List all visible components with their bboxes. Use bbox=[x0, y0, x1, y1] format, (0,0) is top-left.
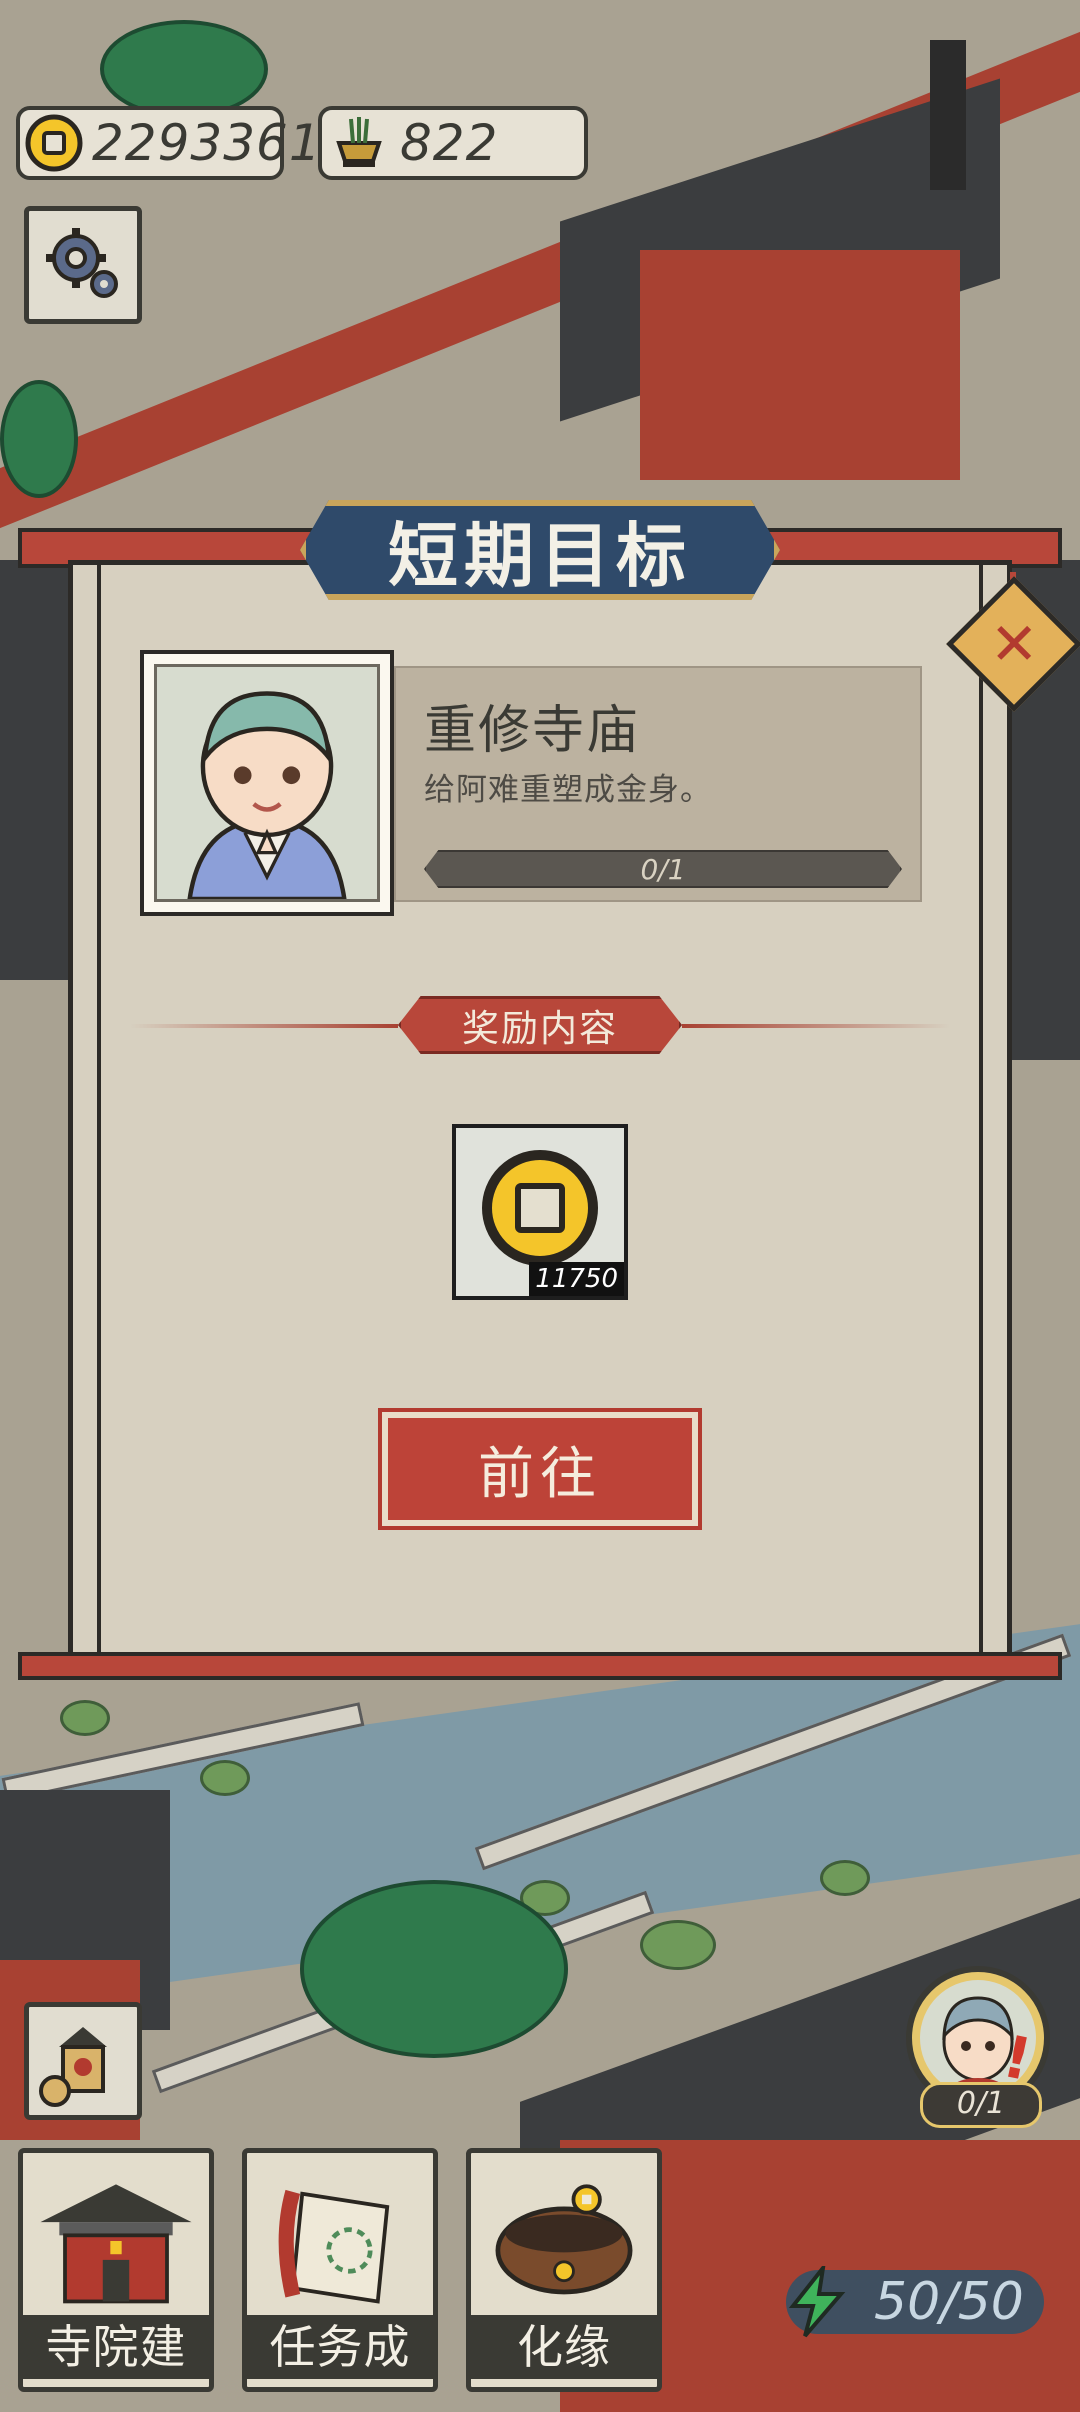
goal-title: 重修寺庙 bbox=[424, 701, 641, 761]
incense-burner-icon bbox=[326, 110, 392, 176]
goal-portrait bbox=[140, 650, 394, 916]
alms-bag-button[interactable] bbox=[24, 2002, 142, 2120]
reward-divider-right bbox=[682, 1024, 950, 1028]
energy-meter: 50/50 bbox=[786, 2266, 1044, 2338]
settings-button[interactable] bbox=[24, 206, 142, 324]
nav-tasks-achievements[interactable]: 任务成就 bbox=[242, 2148, 438, 2392]
go-button-label: 前往 bbox=[478, 1441, 602, 1507]
coin-value: 2293361 bbox=[92, 114, 322, 172]
incense-value: 822 bbox=[400, 114, 499, 172]
reward-section-header: 奖励内容 bbox=[398, 996, 682, 1054]
scroll-book-icon bbox=[255, 2161, 425, 2321]
energy-value: 50/50 bbox=[874, 2272, 1024, 2332]
temple-icon bbox=[31, 2161, 201, 2321]
reward-section-label: 奖励内容 bbox=[462, 1007, 618, 1050]
nav-alms-label: 化缘 bbox=[471, 2315, 657, 2379]
dialog-bottom-band bbox=[18, 1652, 1062, 1680]
goal-progress-text: 0/1 bbox=[640, 852, 686, 886]
reward-divider-left bbox=[130, 1024, 398, 1028]
nav-temple-build-label: 寺院建设 bbox=[23, 2315, 209, 2387]
goal-card: 重修寺庙 给阿难重塑成金身。 0/1 bbox=[394, 666, 922, 902]
reward-item[interactable]: 11750 bbox=[452, 1124, 628, 1300]
nav-temple-build[interactable]: 寺院建设 bbox=[18, 2148, 214, 2392]
nav-alms[interactable]: 化缘 bbox=[466, 2148, 662, 2392]
nav-tasks-achievements-label: 任务成就 bbox=[247, 2315, 433, 2387]
alms-bowl-icon bbox=[479, 2161, 649, 2321]
reward-quantity: 11750 bbox=[529, 1262, 624, 1296]
dialog-title-plate: 短期目标 bbox=[300, 500, 780, 600]
dialog-title: 短期目标 bbox=[388, 514, 692, 597]
monk-avatar-icon bbox=[154, 664, 380, 902]
gear-icon bbox=[38, 218, 128, 312]
alms-bag-icon bbox=[29, 2027, 137, 2119]
monk-count: 0/1 bbox=[920, 2082, 1042, 2128]
incense-counter: 822 bbox=[318, 106, 588, 180]
close-icon: ✕ bbox=[989, 609, 1039, 678]
goal-progress-bar: 0/1 bbox=[424, 850, 902, 888]
coin-counter: 2293361 bbox=[16, 106, 321, 180]
goal-description: 给阿难重塑成金身。 bbox=[424, 772, 712, 808]
coin-icon bbox=[482, 1150, 598, 1266]
go-button[interactable]: 前往 bbox=[378, 1408, 702, 1530]
coin-icon bbox=[24, 110, 84, 176]
lightning-icon bbox=[782, 2266, 852, 2338]
